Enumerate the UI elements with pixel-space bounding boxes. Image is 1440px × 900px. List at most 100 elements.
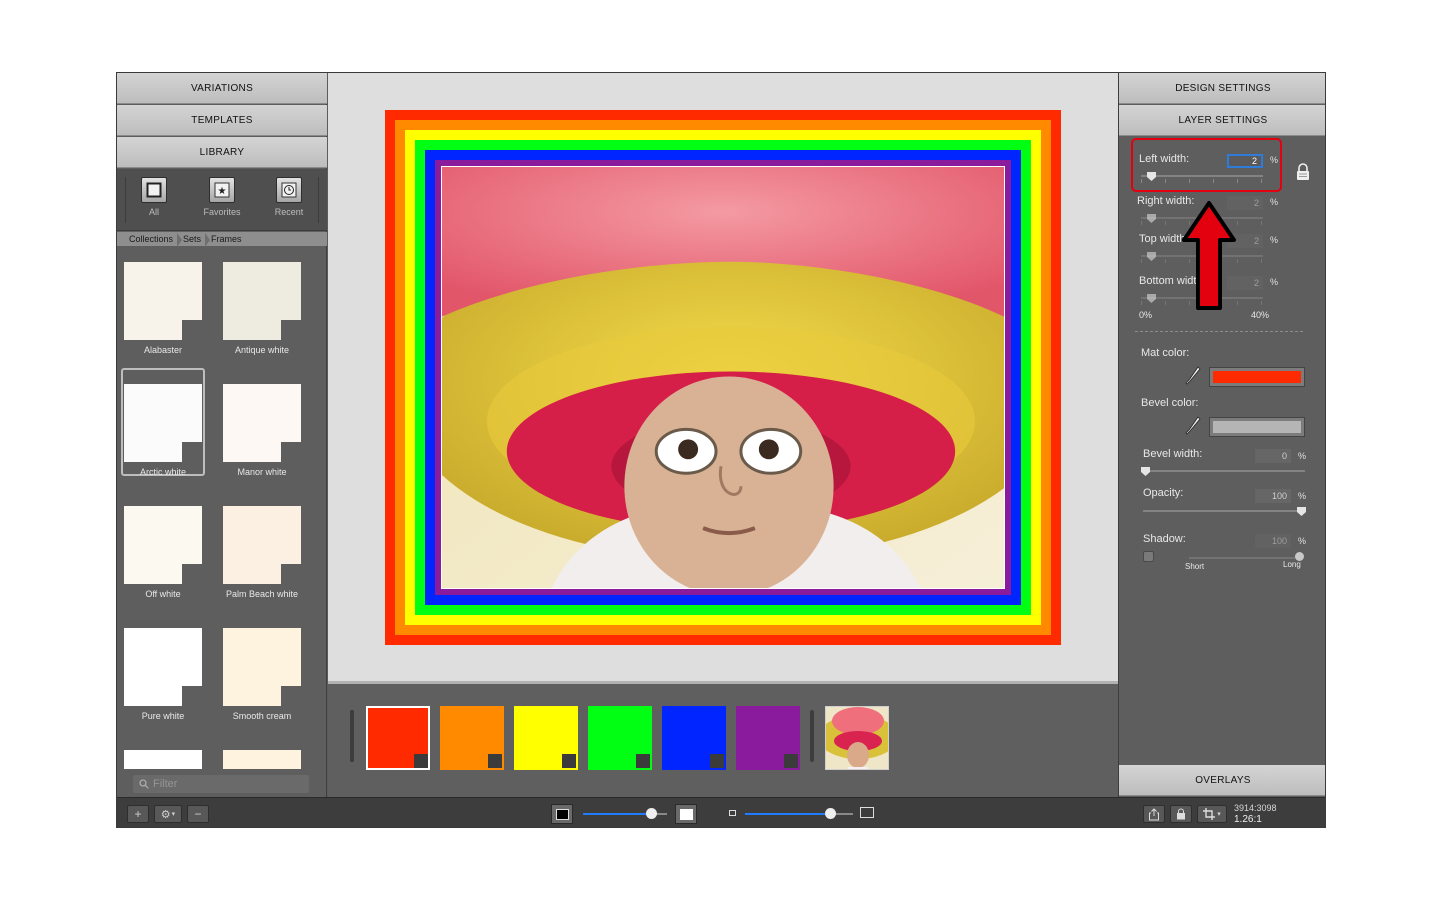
bevel-width-knob[interactable]	[1141, 467, 1150, 476]
swatch-notch	[182, 320, 202, 340]
swatch-name: Antique white	[234, 345, 290, 355]
swatch-preview	[223, 750, 301, 769]
share-button[interactable]	[1143, 805, 1165, 823]
left-panel: VARIATIONS TEMPLATES LIBRARY All ★ Favor…	[117, 73, 327, 797]
opacity-knob[interactable]	[1297, 507, 1306, 516]
tab-overlays[interactable]: OVERLAYS	[1119, 765, 1325, 796]
swatch-preview	[124, 628, 202, 706]
crop-menu-button[interactable]: ▾	[1197, 805, 1227, 823]
tab-design-settings[interactable]: DESIGN SETTINGS	[1119, 73, 1325, 104]
layer-color-tile[interactable]	[514, 706, 578, 770]
layer-strip	[328, 681, 1118, 797]
bevel-color-swatch	[1213, 421, 1301, 433]
filter-input[interactable]	[153, 778, 303, 790]
swatch-preview	[223, 628, 301, 706]
canvas-area[interactable]	[328, 73, 1118, 681]
shadow-long-label: Long	[1283, 560, 1301, 569]
strip-left-handle[interactable]	[350, 710, 354, 762]
breadcrumb-frames[interactable]: Frames	[207, 234, 248, 244]
filter-field[interactable]	[133, 775, 309, 793]
tile-notch	[414, 754, 428, 768]
layer-color-tile[interactable]	[662, 706, 726, 770]
mat-color-label: Mat color:	[1141, 347, 1190, 359]
photo-thumbnail[interactable]	[825, 706, 889, 770]
swatch-notch	[182, 686, 202, 706]
breadcrumb-collections[interactable]: Collections	[125, 233, 183, 247]
layer-color-tile[interactable]	[366, 706, 430, 770]
bevel-eyedropper-icon[interactable]	[1185, 415, 1201, 435]
light-background-icon[interactable]	[675, 804, 697, 824]
top-width-unit: %	[1270, 235, 1279, 245]
tile-notch	[562, 754, 576, 768]
bevel-color-well[interactable]	[1209, 417, 1305, 437]
zoom-out-icon[interactable]	[729, 810, 736, 816]
bottom-toolbar: + ⚙ ▾ − ▾ 3914:3098 1.26:1	[117, 797, 1325, 827]
right-width-unit: %	[1270, 197, 1279, 207]
swatch-item[interactable]: Arctic white	[121, 368, 205, 477]
swatch-item[interactable]: Alabaster	[121, 246, 205, 355]
range-max-label: 40%	[1251, 310, 1270, 320]
mat-color-swatch	[1213, 371, 1301, 383]
mat-eyedropper-icon[interactable]	[1185, 365, 1201, 385]
layer-color-tile[interactable]	[440, 706, 504, 770]
swatch-item[interactable]: Manor white	[220, 368, 304, 477]
swatch-notch	[281, 564, 301, 584]
swatch-preview	[124, 750, 202, 769]
opacity-unit: %	[1298, 491, 1307, 501]
arrow-up-icon	[1182, 201, 1236, 310]
zoom-in-icon[interactable]	[860, 807, 874, 818]
breadcrumb-sets[interactable]: Sets	[179, 233, 211, 247]
swatch-item[interactable]: Smooth cream	[220, 612, 304, 721]
swatch-item[interactable]: Off white	[121, 490, 205, 599]
frame-preview[interactable]	[385, 110, 1061, 645]
swatch-notch	[182, 442, 202, 462]
tab-layer-settings[interactable]: LAYER SETTINGS	[1119, 105, 1325, 136]
bevel-width-label: Bevel width:	[1143, 448, 1203, 460]
bevel-width-value[interactable]: 0	[1255, 449, 1291, 463]
swatch-notch	[281, 686, 301, 706]
breadcrumb: Collections Sets Frames	[117, 232, 327, 247]
background-slider-fill	[583, 813, 653, 815]
swatch-item[interactable]: Pure white	[121, 612, 205, 721]
bevel-width-track[interactable]	[1143, 470, 1305, 472]
layer-color-tile[interactable]	[736, 706, 800, 770]
tab-library[interactable]: LIBRARY	[117, 137, 327, 168]
lock-icon[interactable]	[1295, 163, 1311, 181]
library-all-button[interactable]: All	[124, 175, 184, 223]
remove-button[interactable]: −	[187, 805, 209, 823]
opacity-value[interactable]: 100	[1255, 489, 1291, 503]
range-min-label: 0%	[1139, 310, 1153, 320]
swatch-name: Smooth cream	[232, 711, 292, 721]
tab-templates[interactable]: TEMPLATES	[117, 105, 327, 136]
add-button[interactable]: +	[127, 805, 149, 823]
dashed-divider	[1135, 331, 1303, 332]
dark-background-icon[interactable]	[551, 804, 573, 824]
photo-image	[402, 166, 1060, 596]
swatch-preview	[124, 384, 202, 462]
swatch-item[interactable]	[121, 734, 205, 769]
swatch-item[interactable]: Antique white	[220, 246, 304, 355]
gear-menu-button[interactable]: ⚙ ▾	[154, 805, 182, 823]
lock-button[interactable]	[1170, 805, 1192, 823]
tab-variations[interactable]: VARIATIONS	[117, 73, 327, 104]
tile-notch	[636, 754, 650, 768]
background-slider-knob[interactable]	[646, 808, 657, 819]
swatch-notch	[281, 320, 301, 340]
swatch-preview	[124, 262, 202, 340]
shadow-checkbox[interactable]	[1143, 551, 1154, 562]
zoom-slider-knob[interactable]	[825, 808, 836, 819]
tile-notch	[488, 754, 502, 768]
strip-right-handle[interactable]	[810, 710, 814, 762]
swatch-item[interactable]	[220, 734, 304, 769]
layer-color-tile[interactable]	[588, 706, 652, 770]
shadow-track[interactable]	[1189, 557, 1301, 559]
library-recent-button[interactable]: Recent	[259, 175, 319, 223]
bottom-width-unit: %	[1270, 277, 1279, 287]
library-favorites-button[interactable]: ★ Favorites	[192, 175, 252, 223]
swatch-name: Pure white	[141, 711, 185, 721]
swatch-preview	[223, 384, 301, 462]
shadow-value[interactable]: 100	[1255, 534, 1291, 548]
swatch-item[interactable]: Palm Beach white	[220, 490, 304, 599]
opacity-track[interactable]	[1143, 510, 1305, 512]
mat-color-well[interactable]	[1209, 367, 1305, 387]
